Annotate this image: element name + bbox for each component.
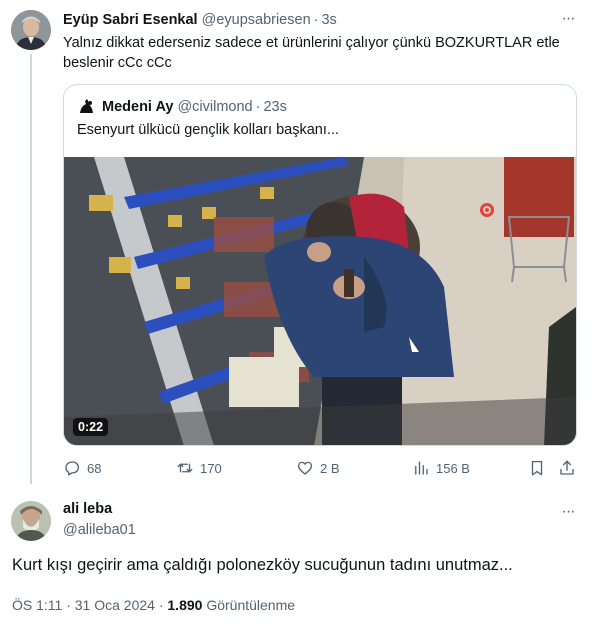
- reply-icon: [65, 461, 80, 476]
- separator: ·: [255, 98, 261, 115]
- reply-button[interactable]: 68: [63, 459, 101, 477]
- views-icon: [415, 461, 428, 475]
- reply-count: 68: [87, 460, 102, 476]
- bookmark-button[interactable]: [528, 459, 546, 477]
- heart-icon: [297, 461, 313, 475]
- reply-avatar[interactable]: [11, 501, 51, 541]
- quote-header: Medeni Ay @civilmond · 23s: [77, 97, 287, 116]
- more-options-icon[interactable]: ···: [558, 502, 578, 522]
- share-button[interactable]: [558, 459, 576, 477]
- action-bar: 68 170 2 B 156 B: [63, 457, 581, 479]
- thread-line: [30, 54, 32, 484]
- quoted-tweet[interactable]: Medeni Ay @civilmond · 23s Esenyurt ülkü…: [63, 84, 577, 446]
- broadcast-logo-icon: [480, 203, 494, 217]
- reply-timestamp[interactable]: ÖS 1:11 · 31 Oca 2024 ·: [12, 597, 167, 613]
- video-player[interactable]: 0:22: [64, 157, 576, 445]
- tweet-header: Eyüp Sabri Esenkal @eyupsabriesen · 3s: [63, 11, 337, 29]
- video-duration: 0:22: [73, 418, 109, 436]
- separator: ·: [313, 12, 319, 28]
- like-count: 2 B: [320, 460, 340, 476]
- quote-author-handle[interactable]: @civilmond: [177, 99, 252, 115]
- like-button[interactable]: 2 B: [296, 459, 340, 477]
- reply-views-count: 1.890: [167, 597, 203, 613]
- share-icon: [560, 460, 574, 475]
- quote-time[interactable]: 23s: [263, 99, 286, 115]
- retweet-button[interactable]: 170: [176, 459, 222, 477]
- quote-author-name[interactable]: Medeni Ay: [102, 99, 173, 115]
- retweet-count: 170: [200, 460, 222, 476]
- tweet-text: Yalnız dikkat ederseniz sadece et ürünle…: [63, 35, 560, 71]
- avatar[interactable]: [11, 10, 51, 50]
- author-name[interactable]: Eyüp Sabri Esenkal: [63, 12, 198, 28]
- views-button[interactable]: 156 B: [412, 459, 470, 477]
- reply-views-label: Görüntülenme: [202, 597, 296, 613]
- reply-author-name[interactable]: ali leba: [63, 501, 112, 517]
- retweet-icon: [177, 463, 193, 473]
- views-count: 156 B: [436, 460, 470, 476]
- bookmark-icon: [531, 460, 543, 476]
- quote-avatar[interactable]: [77, 97, 96, 116]
- more-options-icon[interactable]: ···: [558, 9, 578, 29]
- reply-meta: ÖS 1:11 · 31 Oca 2024 · 1.890 Görüntülen…: [12, 597, 295, 613]
- reply-author-handle[interactable]: @alileba01: [63, 522, 136, 538]
- tweet-time[interactable]: 3s: [321, 12, 336, 28]
- author-handle[interactable]: @eyupsabriesen: [202, 12, 311, 28]
- reply-text: Kurt kışı geçirir ama çaldığı polonezköy…: [12, 556, 513, 574]
- quote-text: Esenyurt ülkücü gençlik kolları başkanı.…: [77, 122, 339, 138]
- video-frame: [64, 157, 576, 445]
